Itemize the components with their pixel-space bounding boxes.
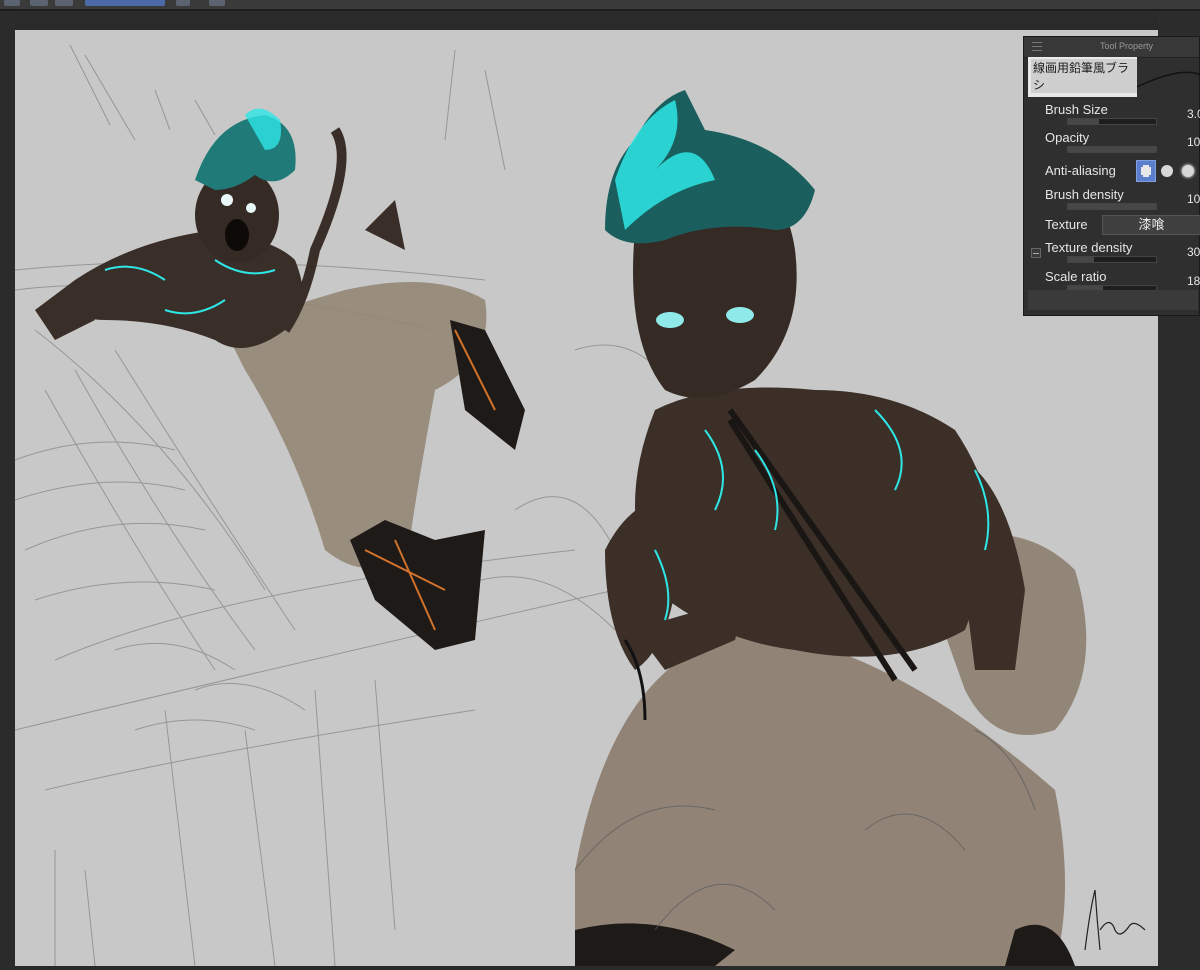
anti-aliasing-weak-button[interactable]: [1157, 160, 1177, 182]
brush-preview[interactable]: 線画用鉛筆風ブラシ: [1028, 57, 1137, 97]
phone-icon[interactable]: [176, 0, 190, 6]
brush-size-slider[interactable]: [1067, 118, 1157, 125]
brush-density-label: Brush density: [1045, 187, 1124, 202]
tool-property-panel: Tool Property 線画用鉛筆風ブラシ Brush Size 3.0 O…: [1023, 36, 1200, 316]
artwork: [15, 44, 1087, 966]
panel-title: Tool Property: [1099, 41, 1154, 51]
property-brush-density[interactable]: Brush density 100: [1024, 186, 1200, 214]
anti-aliasing-none-button[interactable]: [1136, 160, 1156, 182]
property-brush-size[interactable]: Brush Size 3.0: [1024, 101, 1200, 129]
texture-label: Texture: [1045, 217, 1088, 232]
speech-bubble-icon[interactable]: [209, 0, 225, 6]
texture-density-slider[interactable]: [1067, 256, 1157, 263]
brush-name: 線画用鉛筆風ブラシ: [1031, 59, 1137, 93]
texture-select[interactable]: 漆喰: [1102, 215, 1200, 235]
texture-density-label: Texture density: [1045, 240, 1133, 255]
brush-size-value[interactable]: 3.0: [1187, 107, 1200, 121]
pixel-circle-icon: [1141, 165, 1151, 177]
anti-aliasing-medium-button[interactable]: [1178, 160, 1198, 182]
opacity-slider[interactable]: [1067, 146, 1157, 153]
anti-aliasing-row: Anti-aliasing: [1024, 160, 1200, 182]
toolbar-icon[interactable]: [55, 0, 73, 6]
menu-icon[interactable]: [4, 0, 20, 6]
brush-density-slider[interactable]: [1067, 203, 1157, 210]
brush-density-value[interactable]: 100: [1187, 192, 1200, 206]
texture-density-value[interactable]: 30: [1187, 245, 1200, 259]
scale-ratio-value[interactable]: 18: [1187, 274, 1200, 288]
anti-aliasing-label: Anti-aliasing: [1045, 163, 1116, 178]
property-opacity[interactable]: Opacity 100: [1024, 129, 1200, 157]
panel-footer: [1028, 290, 1198, 310]
top-toolbar: [0, 0, 1200, 9]
brush-stroke-preview: [1137, 71, 1200, 88]
opacity-label: Opacity: [1045, 130, 1090, 145]
opacity-value[interactable]: 100: [1187, 135, 1200, 149]
circle-icon: [1182, 165, 1194, 177]
left-dock-strip: [0, 11, 15, 970]
panel-header: Tool Property: [1024, 37, 1199, 58]
scale-ratio-label: Scale ratio: [1045, 269, 1107, 284]
toolbar-divider: [0, 9, 1200, 11]
artist-signature: [1084, 889, 1146, 951]
brush-size-label: Brush Size: [1045, 102, 1108, 117]
circle-icon: [1161, 165, 1173, 177]
selection-tools-group[interactable]: [85, 0, 165, 6]
drawing-canvas[interactable]: [15, 30, 1158, 966]
toolbar-icon[interactable]: [30, 0, 48, 6]
property-texture-density[interactable]: Texture density 30: [1024, 239, 1200, 267]
